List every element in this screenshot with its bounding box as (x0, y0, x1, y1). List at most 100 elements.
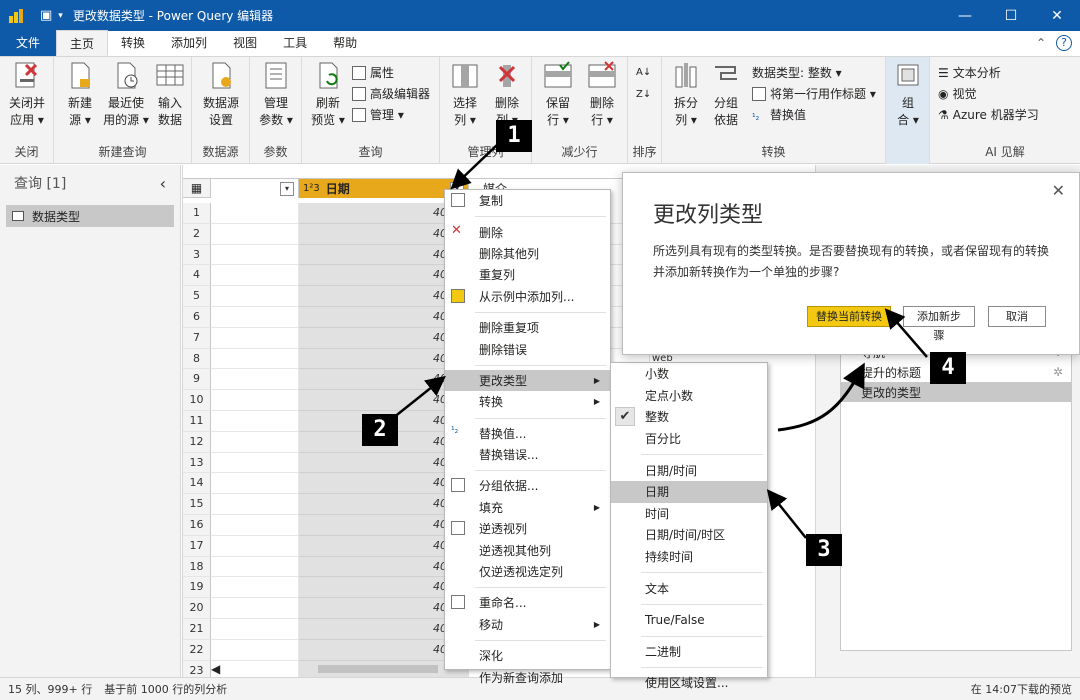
data-source-settings-button[interactable]: 数据源 设置 (198, 61, 244, 129)
menu-item-remove-errors[interactable]: 删除错误 (445, 338, 610, 359)
scroll-left-icon[interactable]: ◀ (211, 662, 220, 676)
menu-item-add-column-from-examples[interactable]: 从示例中添加列... (445, 286, 610, 307)
column-header-blank[interactable]: ▾ (211, 179, 299, 198)
keep-rows-button[interactable]: 保留行 ▾ (538, 61, 578, 129)
grid-cell[interactable] (211, 203, 299, 224)
row-number[interactable]: 7 (183, 327, 211, 349)
whole-number-type-icon[interactable]: 1²3 (303, 183, 320, 194)
grid-cell[interactable] (211, 494, 299, 515)
row-number[interactable]: 3 (183, 244, 211, 266)
type-duration[interactable]: 持续时间 (611, 546, 767, 568)
row-number[interactable]: 14 (183, 473, 211, 495)
type-using-locale[interactable]: 使用区域设置... (611, 672, 767, 694)
menu-item-duplicate-column[interactable]: 重复列 (445, 264, 610, 285)
close-apply-button[interactable]: 关闭并 应用 ▾ (4, 61, 50, 129)
row-number[interactable]: 15 (183, 494, 211, 515)
grid-cell[interactable] (211, 306, 299, 328)
menu-item-change-type[interactable]: 更改类型 ▶ (445, 369, 610, 392)
recent-sources-button[interactable]: 最近使 用的源 ▾ (102, 61, 150, 129)
maximize-button[interactable]: ☐ (988, 0, 1034, 31)
type-datetimezone[interactable]: 日期/时间/时区 (611, 524, 767, 546)
row-number[interactable]: 11 (183, 410, 211, 432)
row-number[interactable]: 4 (183, 265, 211, 287)
use-first-row-as-headers-button[interactable]: 将第一行用作标题 ▾ (752, 84, 876, 104)
sort-descending-button[interactable]: Z↓ (636, 85, 651, 105)
remove-rows-button[interactable]: 删除行 ▾ (582, 61, 622, 129)
menu-item-replace-errors[interactable]: 替换错误... (445, 444, 610, 465)
manage-parameters-button[interactable]: 管理 参数 ▾ (256, 61, 296, 129)
menu-item-remove[interactable]: ✕ 删除 (445, 221, 610, 242)
row-number[interactable]: 16 (183, 514, 211, 536)
menu-item-replace-values[interactable]: ¹₂ 替换值... (445, 423, 610, 444)
row-number[interactable]: 8 (183, 348, 211, 370)
group-by-button[interactable]: 分组 依据 (708, 61, 744, 129)
grid-cell[interactable] (211, 369, 299, 391)
tab-tools[interactable]: 工具 (270, 30, 320, 56)
collapse-queries-icon[interactable]: ‹ (160, 174, 166, 193)
menu-item-remove-duplicates[interactable]: 删除重复项 (445, 317, 610, 338)
menu-item-unpivot-columns[interactable]: 逆透视列 (445, 518, 610, 539)
type-text[interactable]: 文本 (611, 577, 767, 599)
menu-item-remove-other-columns[interactable]: 删除其他列 (445, 243, 610, 264)
row-number[interactable]: 17 (183, 535, 211, 557)
menu-item-copy[interactable]: 复制 (445, 190, 610, 211)
collapse-ribbon-icon[interactable]: ⌃ (1036, 30, 1046, 56)
tab-view[interactable]: 视图 (220, 30, 270, 56)
vision-button[interactable]: ◉ 视觉 (938, 84, 977, 104)
type-whole-number[interactable]: ✔ 整数 (611, 406, 767, 428)
cancel-button[interactable]: 取消 (988, 306, 1046, 327)
type-time[interactable]: 时间 (611, 503, 767, 525)
menu-item-unpivot-selected-only[interactable]: 仅逆透视选定列 (445, 561, 610, 582)
row-number[interactable]: 18 (183, 556, 211, 578)
type-true-false[interactable]: True/False (611, 609, 767, 631)
text-analytics-button[interactable]: ☰ 文本分析 (938, 63, 1001, 83)
table-menu-icon[interactable]: ▦ (183, 179, 211, 197)
split-column-button[interactable]: 拆分列 ▾ (668, 61, 704, 129)
advanced-editor-button[interactable]: 高级编辑器 (352, 84, 430, 104)
add-new-step-button[interactable]: 添加新步骤 (903, 306, 975, 342)
replace-current-button[interactable]: 替换当前转换 (807, 306, 891, 327)
tab-home[interactable]: 主页 (56, 30, 109, 56)
grid-cell[interactable] (211, 556, 299, 578)
row-number[interactable]: 1 (183, 203, 211, 224)
tab-file[interactable]: 文件 (0, 30, 57, 56)
menu-item-unpivot-other-columns[interactable]: 逆透视其他列 (445, 539, 610, 560)
grid-cell[interactable] (211, 452, 299, 474)
grid-cell[interactable] (211, 390, 299, 411)
menu-item-transform[interactable]: 转换 ▶ (445, 391, 610, 412)
menu-item-fill[interactable]: 填充 ▶ (445, 497, 610, 518)
type-datetime[interactable]: 日期/时间 (611, 459, 767, 481)
query-item[interactable]: 数据类型 (6, 205, 174, 227)
type-fixed-decimal[interactable]: 定点小数 (611, 385, 767, 407)
minimize-button[interactable]: — (942, 0, 988, 31)
grid-cell[interactable] (211, 514, 299, 536)
type-percentage[interactable]: 百分比 (611, 428, 767, 450)
row-number[interactable]: 22 (183, 639, 211, 661)
grid-cell[interactable] (211, 639, 299, 661)
row-number[interactable]: 10 (183, 390, 211, 411)
grid-cell[interactable] (211, 265, 299, 287)
row-number[interactable]: 20 (183, 598, 211, 619)
tab-help[interactable]: 帮助 (320, 30, 370, 56)
choose-columns-button[interactable]: 选择列 ▾ (446, 61, 484, 129)
grid-cell[interactable] (211, 618, 299, 640)
help-icon[interactable]: ? (1056, 35, 1072, 51)
row-number[interactable]: 19 (183, 577, 211, 599)
manage-button[interactable]: 管理 ▾ (352, 105, 404, 125)
row-number[interactable]: 9 (183, 369, 211, 391)
data-type-dropdown[interactable]: 数据类型: 整数 ▾ (752, 63, 842, 83)
quick-access-dropdown-icon[interactable]: ▾ (58, 11, 63, 21)
grid-cell[interactable] (211, 348, 299, 370)
menu-item-group-by[interactable]: 分组依据... (445, 475, 610, 496)
grid-cell[interactable] (211, 598, 299, 619)
properties-button[interactable]: 属性 (352, 63, 394, 83)
status-profiling[interactable]: 基于前 1000 行的列分析 (104, 681, 227, 697)
remove-columns-button[interactable]: 删除列 ▾ (488, 61, 526, 129)
grid-cell[interactable] (211, 327, 299, 349)
tab-transform[interactable]: 转换 (108, 30, 158, 56)
grid-cell[interactable] (211, 431, 299, 453)
tab-add-column[interactable]: 添加列 (158, 30, 220, 56)
combine-button[interactable]: 组合 ▾ (890, 61, 926, 129)
row-number[interactable]: 21 (183, 618, 211, 640)
grid-cell[interactable] (211, 577, 299, 599)
